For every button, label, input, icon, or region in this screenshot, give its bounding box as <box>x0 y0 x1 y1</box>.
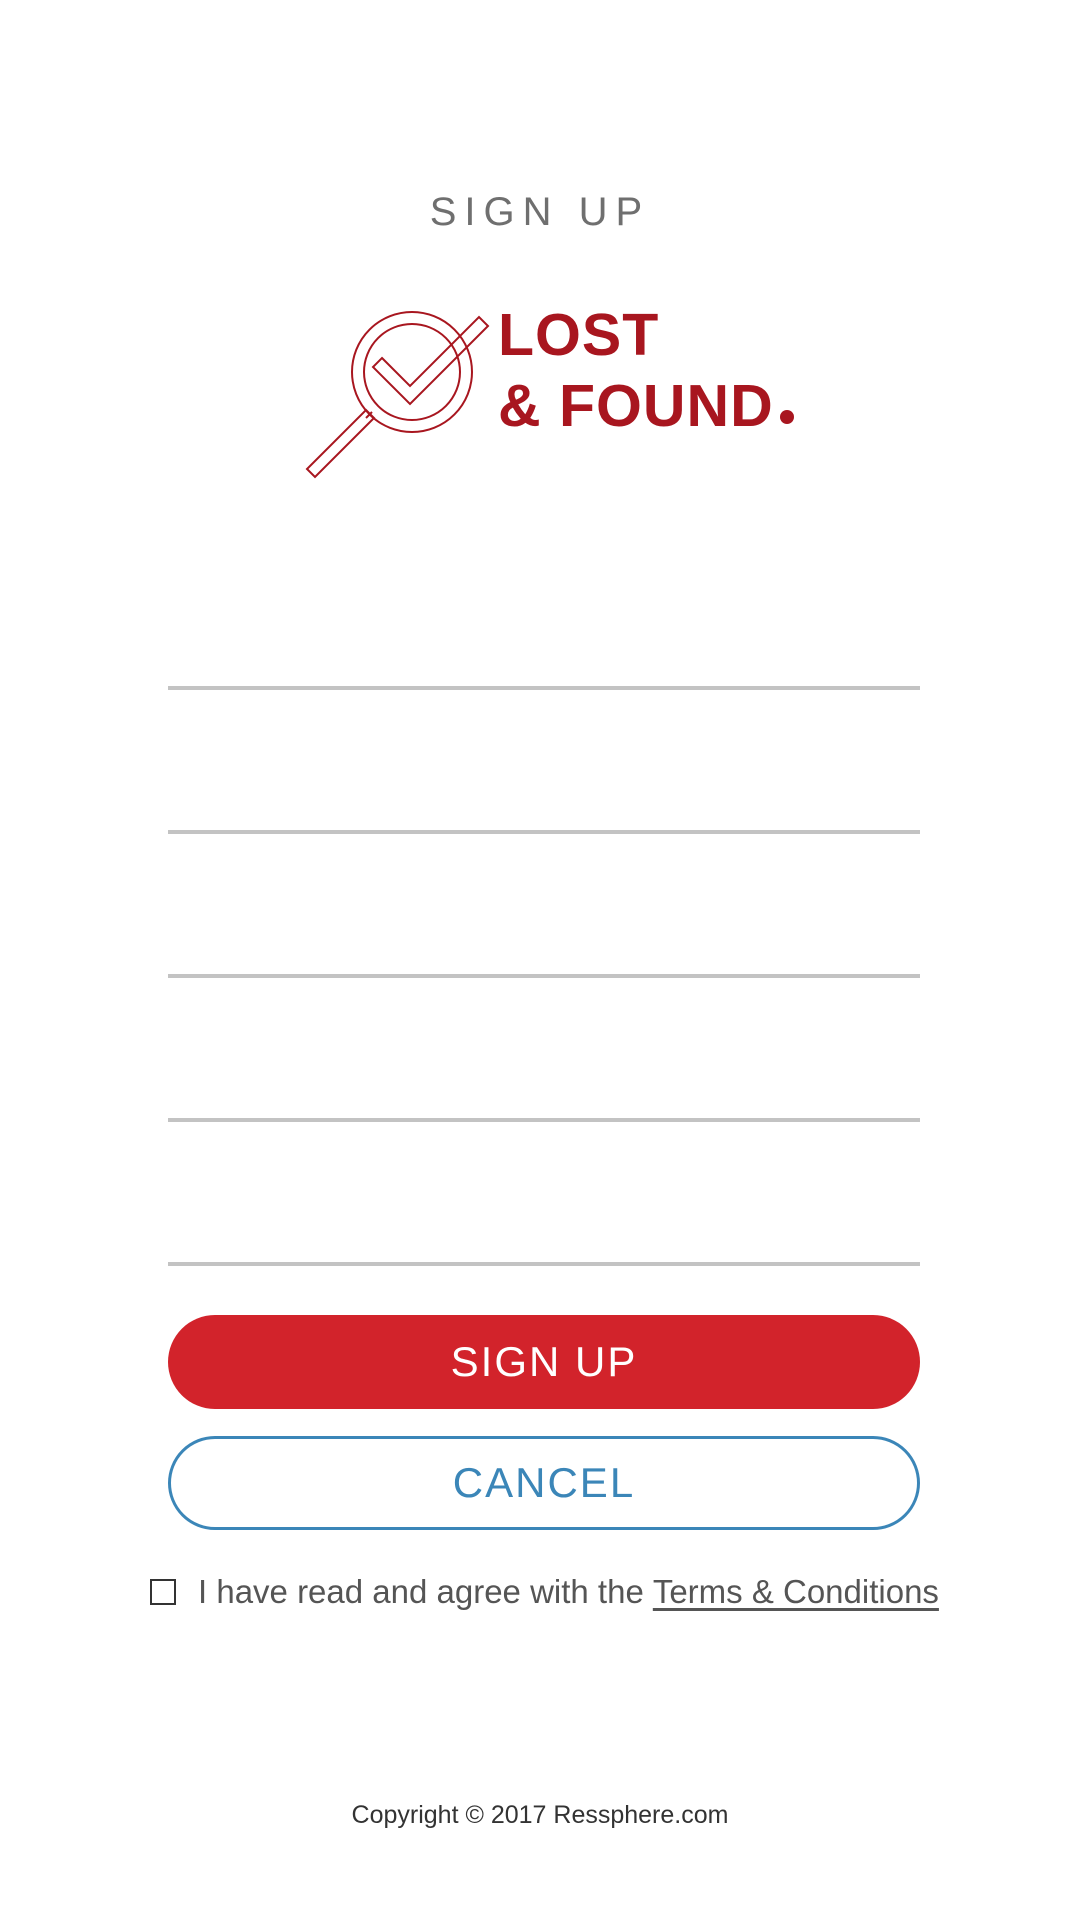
form-field-5[interactable] <box>168 1196 920 1266</box>
copyright-text: Copyright © 2017 Ressphere.com <box>351 1801 729 1829</box>
form-field-2[interactable] <box>168 764 920 834</box>
signup-button[interactable]: SIGN UP <box>168 1315 920 1409</box>
terms-checkbox[interactable] <box>150 1579 176 1605</box>
terms-agreement-text: I have read and agree with the <box>198 1573 644 1610</box>
logo-dot <box>779 410 794 424</box>
page-title: SIGN UP <box>429 190 651 234</box>
magnifier-check-icon <box>305 311 490 479</box>
terms-agreement: I have read and agree with the Terms & C… <box>150 1570 939 1614</box>
cancel-button[interactable]: CANCEL <box>168 1436 920 1530</box>
terms-link[interactable]: Terms & Conditions <box>653 1573 939 1611</box>
form-field-3[interactable] <box>168 908 920 978</box>
logo-line-2: & FOUND <box>498 371 794 442</box>
app-logo: LOST & FOUND <box>300 300 800 490</box>
logo-line-1: LOST <box>498 302 660 368</box>
form-field-1[interactable] <box>168 620 920 690</box>
logo-line-2-text: & FOUND <box>498 373 774 439</box>
form-field-4[interactable] <box>168 1052 920 1122</box>
logo-wordmark: LOST & FOUND <box>498 300 794 442</box>
